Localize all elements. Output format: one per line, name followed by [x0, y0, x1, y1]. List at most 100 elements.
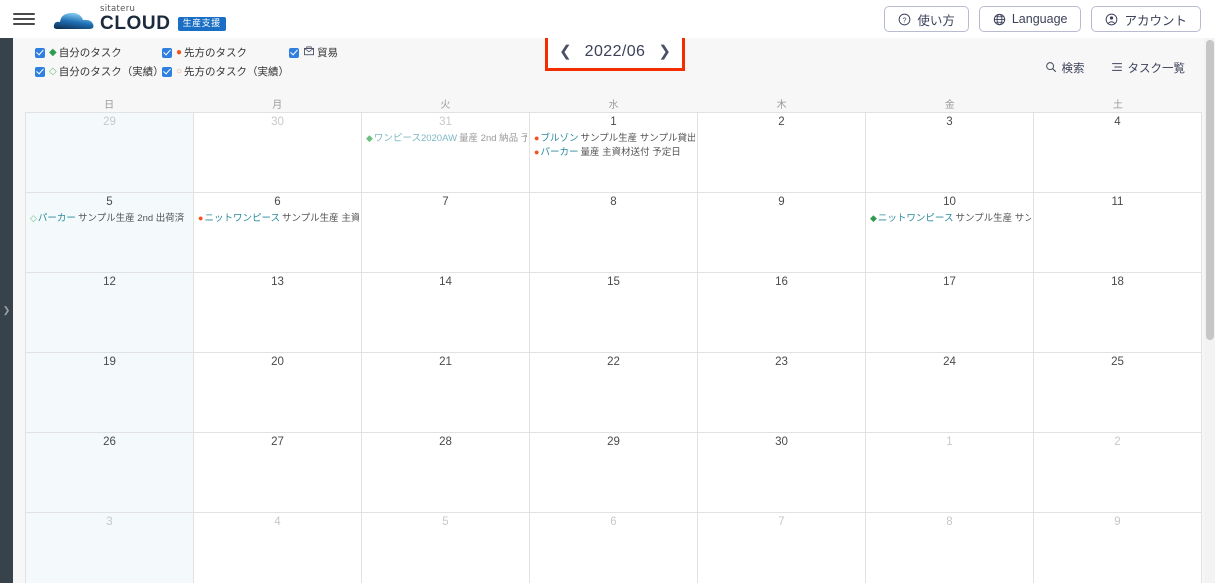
calendar-day-cell[interactable]: 4 — [194, 513, 362, 583]
weekday-header-3: 水 — [608, 99, 619, 111]
circle-filled-icon: ● — [176, 46, 183, 58]
scrollbar-thumb[interactable] — [1205, 40, 1214, 340]
day-number: 19 — [103, 356, 116, 368]
calendar-grid: 29 30 31 ◆ワンピース2020AW 量産 2nd 納品 予 1 ●ブルゾン サンプル生… — [25, 112, 1202, 583]
event-marker-icon: ◇ — [30, 212, 37, 223]
hamburger-icon[interactable] — [13, 10, 35, 28]
calendar-day-cell[interactable]: 7 — [362, 193, 530, 273]
day-number: 25 — [1111, 356, 1124, 368]
filter-partner-task-actual[interactable]: ○ 先方のタスク（実績） — [162, 64, 289, 79]
calendar-day-cell[interactable]: 27 — [194, 433, 362, 513]
filter-partner-task[interactable]: ● 先方のタスク — [162, 45, 289, 60]
filter-own-task-actual[interactable]: ◇ 自分のタスク（実績） — [35, 64, 164, 79]
calendar-event[interactable]: ◇パーカー サンプル生産 2nd 出荷済 — [28, 212, 191, 226]
checkbox[interactable] — [162, 47, 172, 58]
calendar-day-cell[interactable]: 25 — [1034, 353, 1202, 433]
event-marker-icon: ◆ — [870, 212, 877, 223]
day-number: 29 — [103, 116, 116, 128]
calendar-day-cell[interactable]: 3 — [26, 513, 194, 583]
calendar-day-cell[interactable]: 3 — [866, 113, 1034, 193]
calendar-day-cell[interactable]: 29 — [530, 433, 698, 513]
day-number: 1 — [946, 436, 953, 448]
calendar-day-cell[interactable]: 6 ●ニットワンピース サンプル生産 主資 — [194, 193, 362, 273]
calendar-day-cell[interactable]: 2 — [698, 113, 866, 193]
calendar-day-cell[interactable]: 13 — [194, 273, 362, 353]
calendar-day-cell[interactable]: 26 — [26, 433, 194, 513]
chevron-left-icon[interactable]: ❮ — [559, 44, 572, 59]
calendar-day-cell[interactable]: 9 — [698, 193, 866, 273]
svg-text:?: ? — [903, 17, 907, 24]
calendar-day-cell[interactable]: 24 — [866, 353, 1034, 433]
calendar-day-cell[interactable]: 17 — [866, 273, 1034, 353]
calendar-day-cell[interactable]: 22 — [530, 353, 698, 433]
calendar-day-cell[interactable]: 4 — [1034, 113, 1202, 193]
day-number: 9 — [778, 196, 785, 208]
search-button[interactable]: 検索 — [1045, 60, 1085, 76]
calendar-day-cell[interactable]: 9 — [1034, 513, 1202, 583]
calendar-day-cell[interactable]: 1 ●ブルゾン サンプル生産 サンプル貸出 ●パーカー 量産 主資材送付 予定日 — [530, 113, 698, 193]
checkbox[interactable] — [35, 66, 45, 77]
day-number: 2 — [1114, 436, 1121, 448]
day-number: 13 — [271, 276, 284, 288]
event-detail: サンプル生産 2nd 出荷済 — [77, 212, 185, 224]
calendar-day-cell[interactable]: 11 — [1034, 193, 1202, 273]
calendar-day-cell[interactable]: 21 — [362, 353, 530, 433]
app-header: sitateru CLOUD 生産支援 ? 使い方 Language アカウント — [0, 0, 1215, 38]
event-product-name: ブルゾン — [540, 132, 579, 144]
day-number: 16 — [775, 276, 788, 288]
day-number: 8 — [946, 516, 953, 528]
event-detail: サンプル生産 主資 — [281, 212, 359, 224]
calendar-day-cell[interactable]: 28 — [362, 433, 530, 513]
calendar-day-cell[interactable]: 6 — [530, 513, 698, 583]
day-number: 5 — [106, 196, 113, 208]
calendar-day-cell[interactable]: 12 — [26, 273, 194, 353]
logo-brand-main: CLOUD — [100, 13, 171, 35]
calendar-day-cell[interactable]: 31 ◆ワンピース2020AW 量産 2nd 納品 予 — [362, 113, 530, 193]
calendar-day-cell[interactable]: 2 — [1034, 433, 1202, 513]
checkbox[interactable] — [289, 47, 299, 58]
task-list-button[interactable]: タスク一覧 — [1111, 60, 1185, 76]
calendar-day-cell[interactable]: 15 — [530, 273, 698, 353]
howto-button[interactable]: ? 使い方 — [884, 6, 969, 32]
calendar-day-cell[interactable]: 30 — [698, 433, 866, 513]
calendar-day-cell[interactable]: 1 — [866, 433, 1034, 513]
account-button[interactable]: アカウント — [1091, 6, 1201, 32]
filter-own-task[interactable]: ◆ 自分のタスク — [35, 45, 162, 60]
calendar-day-cell[interactable]: 18 — [1034, 273, 1202, 353]
calendar-day-cell[interactable]: 8 — [530, 193, 698, 273]
day-number: 7 — [442, 196, 449, 208]
calendar-day-cell[interactable]: 23 — [698, 353, 866, 433]
day-number: 30 — [775, 436, 788, 448]
calendar-day-cell[interactable]: 29 — [26, 113, 194, 193]
calendar-day-cell[interactable]: 5 ◇パーカー サンプル生産 2nd 出荷済 — [26, 193, 194, 273]
vertical-scrollbar[interactable] — [1204, 38, 1215, 583]
calendar-event[interactable]: ●ニットワンピース サンプル生産 主資 — [196, 212, 359, 226]
calendar-day-cell[interactable]: 8 — [866, 513, 1034, 583]
language-button[interactable]: Language — [978, 6, 1082, 32]
calendar-day-cell[interactable]: 7 — [698, 513, 866, 583]
event-marker-icon: ◆ — [366, 132, 373, 143]
calendar-event[interactable]: ●ブルゾン サンプル生産 サンプル貸出 — [532, 132, 695, 146]
checkbox[interactable] — [162, 66, 172, 77]
calendar-event[interactable]: ◆ニットワンピース サンプル生産 サン — [868, 212, 1031, 226]
calendar-day-cell[interactable]: 14 — [362, 273, 530, 353]
chevron-right-icon[interactable]: ❯ — [658, 44, 671, 59]
day-number: 6 — [610, 516, 617, 528]
calendar-day-cell[interactable]: 20 — [194, 353, 362, 433]
calendar-day-cell[interactable]: 10 ◆ニットワンピース サンプル生産 サン — [866, 193, 1034, 273]
calendar-event[interactable]: ●パーカー 量産 主資材送付 予定日 — [532, 146, 695, 160]
day-number: 24 — [943, 356, 956, 368]
sidebar-expand-handle[interactable]: ❯ — [0, 38, 13, 583]
day-number: 29 — [607, 436, 620, 448]
checkbox[interactable] — [35, 47, 45, 58]
calendar-day-cell[interactable]: 30 — [194, 113, 362, 193]
app-logo[interactable]: sitateru CLOUD 生産支援 — [53, 5, 226, 35]
calendar-event[interactable]: ◆ワンピース2020AW 量産 2nd 納品 予 — [364, 132, 527, 146]
filter-trade[interactable]: 貿易 — [289, 45, 338, 60]
toolbar-actions: 検索 タスク一覧 — [1045, 60, 1185, 76]
calendar-toolbar: ◆ 自分のタスク ● 先方のタスク 貿易 ◇ 自分のタスク（実績） ○ 先方のタ… — [13, 38, 1215, 94]
calendar-day-cell[interactable]: 19 — [26, 353, 194, 433]
calendar-day-cell[interactable]: 16 — [698, 273, 866, 353]
day-number: 6 — [274, 196, 281, 208]
calendar-day-cell[interactable]: 5 — [362, 513, 530, 583]
